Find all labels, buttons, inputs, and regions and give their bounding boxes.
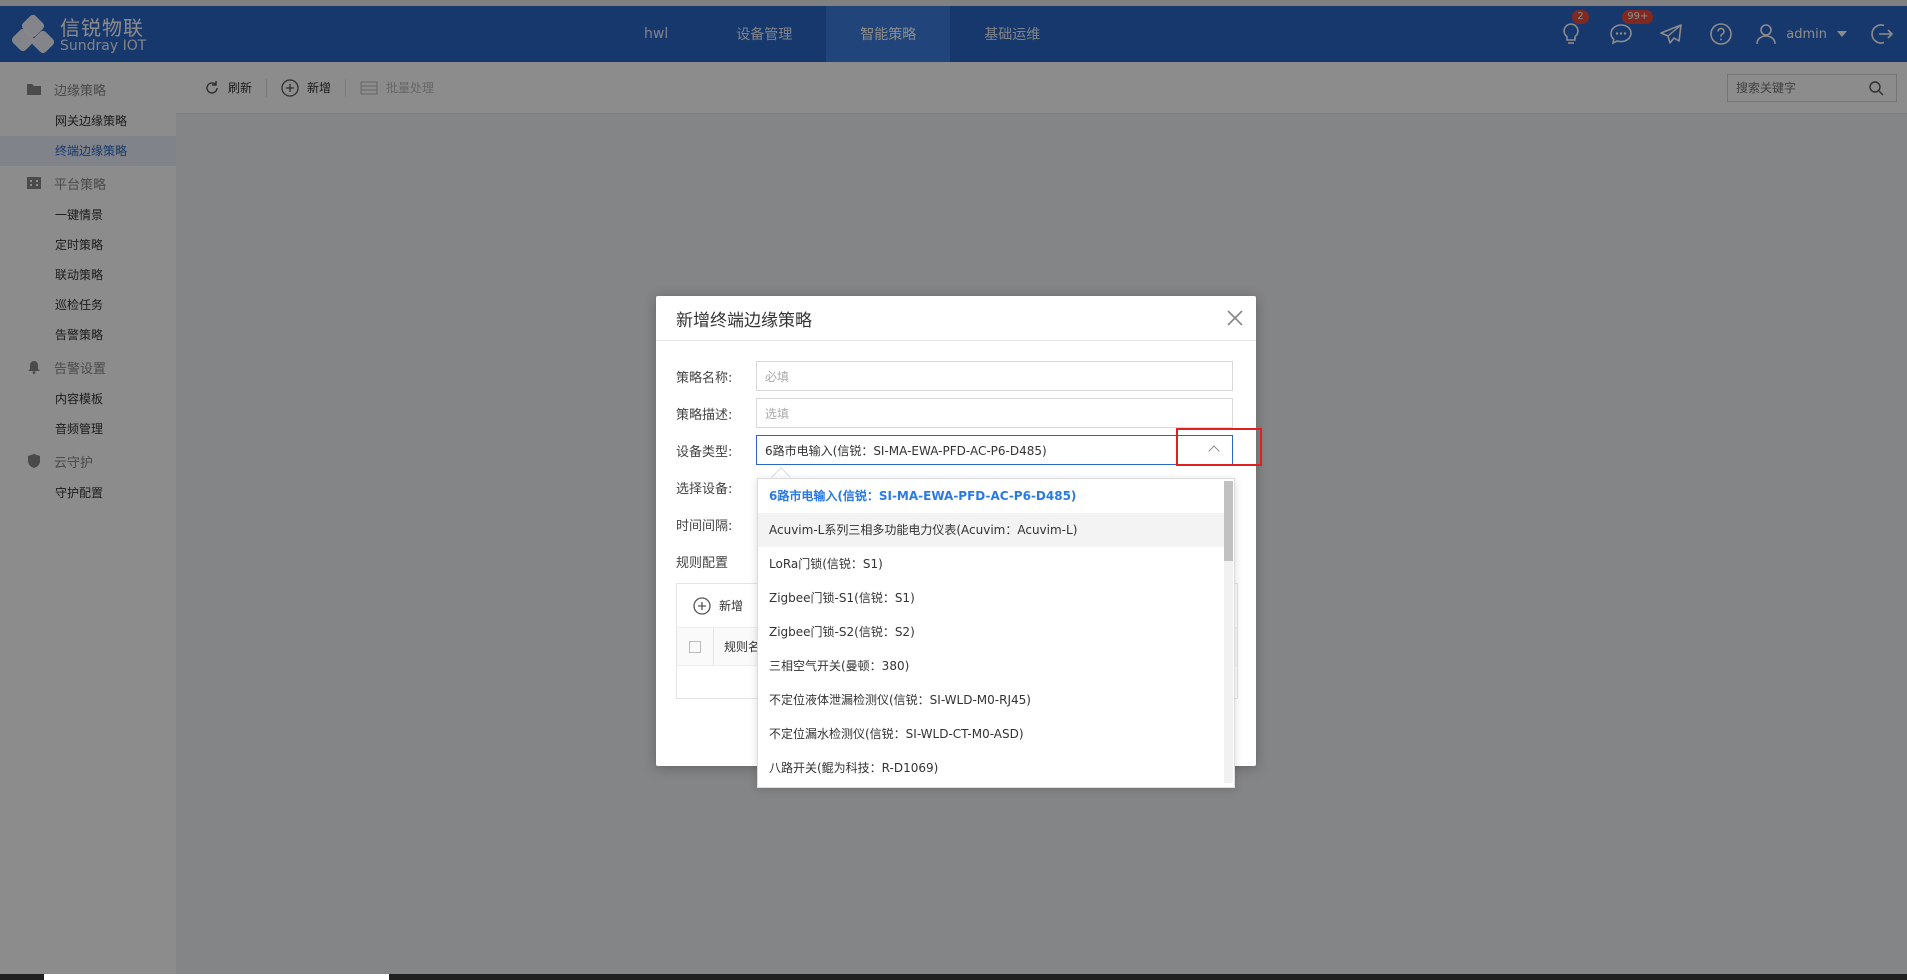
scrollbar-thumb[interactable] <box>1224 481 1233 561</box>
dropdown-option[interactable]: 三相空气开关(曼顿：380) <box>758 649 1224 683</box>
dropdown-option[interactable]: LoRa门锁(信锐：S1) <box>758 547 1224 581</box>
strategy-desc-input[interactable]: 选填 <box>756 398 1233 428</box>
strategy-name-label: 策略名称: <box>676 370 733 386</box>
dropdown-option[interactable]: 不定位液体泄漏检测仪(信锐：SI-WLD-M0-RJ45) <box>758 683 1224 717</box>
device-type-label: 设备类型: <box>676 444 733 460</box>
close-icon[interactable] <box>1224 307 1246 329</box>
strategy-name-input[interactable]: 必填 <box>756 361 1233 391</box>
time-interval-label: 时间间隔: <box>676 518 733 534</box>
dropdown-option[interactable]: 6路市电输入(信锐：SI-MA-EWA-PFD-AC-P6-D485) <box>758 479 1224 513</box>
dropdown-option[interactable]: Zigbee门锁-S2(信锐：S2) <box>758 615 1224 649</box>
select-all-checkbox[interactable] <box>689 640 701 653</box>
select-device-row: 选择设备: <box>676 472 756 502</box>
dropdown-option[interactable]: Acuvim-L系列三相多功能电力仪表(Acuvim：Acuvim-L) <box>758 513 1224 547</box>
rule-config-label: 规则配置 <box>676 555 729 571</box>
highlight-box <box>1176 428 1262 466</box>
bottom-strip <box>0 974 1907 980</box>
dropdown-option[interactable]: 八路开关(鲲为科技：R-D1069) <box>758 751 1224 785</box>
dropdown-option[interactable]: 不定位漏水检测仪(信锐：SI-WLD-CT-M0-ASD) <box>758 717 1224 751</box>
device-type-dropdown: 6路市电输入(信锐：SI-MA-EWA-PFD-AC-P6-D485) Acuv… <box>757 478 1235 788</box>
device-type-value: 6路市电输入(信锐：SI-MA-EWA-PFD-AC-P6-D485) <box>765 443 1047 458</box>
device-type-select[interactable]: 6路市电输入(信锐：SI-MA-EWA-PFD-AC-P6-D485) <box>756 435 1233 465</box>
device-type-row: 设备类型: 6路市电输入(信锐：SI-MA-EWA-PFD-AC-P6-D485… <box>676 435 1233 465</box>
dropdown-scrollbar[interactable] <box>1224 481 1233 783</box>
time-interval-row: 时间间隔: <box>676 509 756 539</box>
dialog-title: 新增终端边缘策略 <box>656 296 1256 341</box>
strategy-name-row: 策略名称: 必填 <box>676 361 1233 391</box>
strategy-desc-label: 策略描述: <box>676 407 733 423</box>
rule-name-column: 规则名 <box>713 627 760 666</box>
select-device-label: 选择设备: <box>676 481 733 497</box>
strategy-desc-row: 策略描述: 选填 <box>676 398 1233 428</box>
rule-config-row: 规则配置 <box>676 546 756 576</box>
plus-circle-icon <box>693 596 711 615</box>
dropdown-option[interactable]: Zigbee门锁-S1(信锐：S1) <box>758 581 1224 615</box>
